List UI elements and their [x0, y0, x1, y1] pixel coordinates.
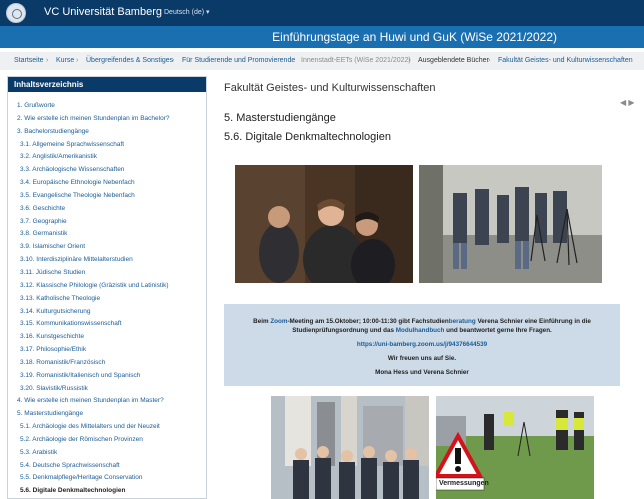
toc-item[interactable]: 3.12. Klassische Philologie (Gräzistik u…	[8, 280, 206, 293]
info-greeting: Wir freuen uns auf Sie.	[387, 355, 457, 362]
breadcrumb-separator: ›	[76, 57, 79, 64]
breadcrumb-item: Ausgeblendete Bücher	[418, 57, 489, 64]
toc-item[interactable]: 3.8. Germanistik	[8, 228, 206, 241]
toc-item[interactable]: 3.13. Katholische Theologie	[8, 293, 206, 306]
toc-item[interactable]: 4. Wie erstelle ich meinen Stundenplan i…	[8, 395, 206, 408]
site-name-link[interactable]: VC Universität Bamberg	[44, 6, 162, 18]
zoom-meeting-link[interactable]: https://uni-bamberg.zoom.us/j/9437664453…	[224, 341, 620, 348]
toc-item[interactable]: 3.19. Romanistik/Italienisch und Spanisc…	[8, 370, 206, 383]
toc-item[interactable]: 5.5. Denkmalpflege/Heritage Conservation	[8, 472, 206, 485]
breadcrumb-separator: ›	[46, 57, 49, 64]
breadcrumb-separator: ›	[488, 57, 491, 64]
toc-list: 1. Grußworte 2. Wie erstelle ich meinen S…	[8, 92, 206, 498]
info-text: Verena Schnier eine Einführung in die	[475, 318, 591, 325]
language-menu[interactable]: Deutsch (de) ▾	[164, 8, 210, 16]
zoom-link[interactable]: Zoom	[270, 318, 287, 325]
course-header: Einführungstage an Huwi und GuK (WiSe 20…	[0, 26, 644, 48]
breadcrumb-separator: ›	[172, 57, 175, 64]
chapter-navigation: ◀ ▶	[620, 98, 635, 107]
previous-chapter-icon[interactable]: ◀	[620, 98, 626, 107]
toc-item[interactable]: 3.1. Allgemeine Sprachwissenschaft	[8, 139, 206, 152]
breadcrumb-item[interactable]: Startseite	[14, 57, 44, 64]
group-building-photo	[271, 396, 429, 499]
info-line-1: Beim Zoom-Meeting am 15.Oktober; 10:00-1…	[224, 318, 620, 325]
section-heading: 5. Masterstudiengänge	[224, 112, 336, 124]
toc-item[interactable]: 3.14. Kultur­gutsicherung	[8, 306, 206, 319]
info-signature: Mona Hess und Verena Schnier	[375, 369, 469, 376]
table-of-contents: Inhaltsverzeichnis 1. Grußworte 2. Wie er…	[7, 76, 207, 499]
breadcrumb-item[interactable]: Für Studierende und Promovierende	[182, 57, 295, 64]
modulhandbuch-link[interactable]: Modulhandbuch	[396, 327, 445, 334]
toc-title: Inhaltsverzeichnis	[8, 77, 206, 92]
toc-item[interactable]: 3. Bachelorstudiengänge	[8, 126, 206, 139]
students-photo	[235, 165, 413, 283]
toc-item[interactable]: 3.5. Evangelische Theologie Nebenfach	[8, 190, 206, 203]
toc-item[interactable]: 5. Masterstudiengänge	[8, 408, 206, 421]
toc-item[interactable]: 2. Wie erstelle ich meinen Stundenplan i…	[8, 113, 206, 126]
university-logo-icon[interactable]	[6, 3, 26, 23]
toc-item[interactable]: 3.17. Philosophie/Ethik	[8, 344, 206, 357]
top-navbar: VC Universität Bamberg Deutsch (de) ▾	[0, 0, 644, 26]
info-box: Beim Zoom-Meeting am 15.Oktober; 10:00-1…	[224, 304, 620, 386]
toc-item[interactable]: 3.7. Geographie	[8, 216, 206, 229]
toc-item[interactable]: 1. Grußworte	[8, 100, 206, 113]
toc-item[interactable]: 3.11. Jüdische Studien	[8, 267, 206, 280]
info-text: Studienprüfungsordnung und das	[292, 327, 396, 334]
outdoor-group-photo	[419, 165, 602, 283]
course-title[interactable]: Einführungstage an Huwi und GuK (WiSe 20…	[272, 30, 557, 44]
toc-item[interactable]: 3.9. Islamischer Orient	[8, 241, 206, 254]
breadcrumb-item-current[interactable]: Fakultät Geistes- und Kulturwissenschaft…	[498, 57, 633, 64]
breadcrumb-separator: ›	[291, 57, 294, 64]
toc-item[interactable]: 3.18. Romanistik/Französisch	[8, 357, 206, 370]
toc-item[interactable]: 5.3. Arabistik	[8, 447, 206, 460]
toc-item[interactable]: 3.16. Kunstgeschichte	[8, 331, 206, 344]
toc-item[interactable]: 3.6. Geschichte	[8, 203, 206, 216]
breadcrumb-item[interactable]: Kurse	[56, 57, 74, 64]
toc-item[interactable]: 5.2. Archäologie der Römischen Provinzen	[8, 434, 206, 447]
breadcrumb: Startseite › Kurse › Übergreifendes & So…	[0, 52, 644, 70]
beratung-link[interactable]: beratung	[449, 318, 476, 325]
breadcrumb-item: Innenstadt-EETs (WiSe 2021/2022)	[301, 57, 411, 64]
toc-item[interactable]: 3.15. Kommunikationswissenschaft	[8, 318, 206, 331]
info-text: -Meeting am 15.Oktober; 10:00-11:30 gibt…	[287, 318, 449, 325]
sign-label: Vermessungen	[439, 480, 489, 487]
info-line-2: Studienprüfungsordnung und das Modulhand…	[224, 327, 620, 334]
toc-item[interactable]: 3.10. Interdisziplinäre Mittelalterstudi…	[8, 254, 206, 267]
toc-item[interactable]: 3.4. Europäische Ethnologie Nebenfach	[8, 177, 206, 190]
toc-item-active[interactable]: 5.6. Digitale Denkmaltechnologien	[8, 485, 206, 498]
toc-item[interactable]: 3.2. Anglistik/Amerikanistik	[8, 151, 206, 164]
toc-item[interactable]: 5.1. Archäologie des Mittelalters und de…	[8, 421, 206, 434]
toc-item[interactable]: 3.3. Archäologische Wissenschaften	[8, 164, 206, 177]
info-text: Beim	[253, 318, 271, 325]
breadcrumb-separator: ›	[408, 57, 411, 64]
info-text: und beantwortet gerne Ihre Fragen.	[444, 327, 552, 334]
surveying-photo: Vermessungen	[436, 396, 594, 499]
next-chapter-icon[interactable]: ▶	[628, 98, 634, 107]
toc-item[interactable]: 5.4. Deutsche Sprachwissenschaft	[8, 460, 206, 473]
breadcrumb-item[interactable]: Übergreifendes & Sonstiges	[86, 57, 173, 64]
subsection-heading: 5.6. Digitale Denkmaltechnologien	[224, 131, 391, 143]
chapter-title: Fakultät Geistes- und Kulturwissenschaft…	[224, 82, 436, 94]
toc-item[interactable]: 3.20. Slavistik/Russistik	[8, 383, 206, 396]
